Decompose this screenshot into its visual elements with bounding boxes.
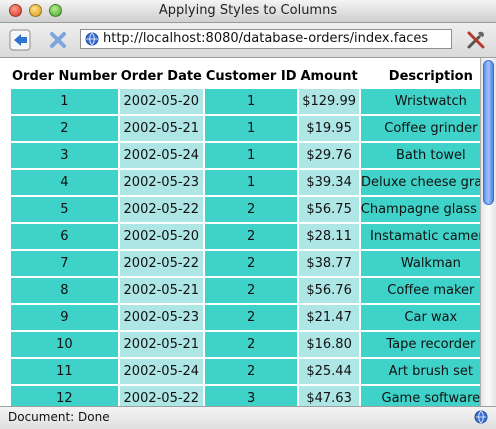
table-cell: 6 — [11, 224, 118, 249]
table-cell: Art brush set — [360, 359, 480, 384]
table-cell: $39.34 — [299, 170, 359, 195]
table-cell: 2 — [204, 359, 298, 384]
table-row: 1 2002-05-20 1 $129.99 Wristwatch — [11, 89, 480, 114]
globe-icon — [85, 32, 99, 46]
page-content: Order Number Order Date Customer ID Amou… — [0, 58, 480, 407]
table-cell: 1 — [204, 116, 298, 141]
table-row: 3 2002-05-24 1 $29.76 Bath towel — [11, 143, 480, 168]
table-cell: 10 — [11, 332, 118, 357]
table-cell: 2 — [204, 224, 298, 249]
table-cell: $56.75 — [299, 197, 359, 222]
table-cell: Bath towel — [360, 143, 480, 168]
table-cell: $38.77 — [299, 251, 359, 276]
table-row: 8 2002-05-21 2 $56.76 Coffee maker — [11, 278, 480, 303]
table-cell: 1 — [204, 89, 298, 114]
back-arrow-icon[interactable] — [9, 28, 33, 52]
table-row: 11 2002-05-24 2 $25.44 Art brush set — [11, 359, 480, 384]
security-icon — [474, 410, 488, 424]
table-cell: 2002-05-22 — [119, 197, 203, 222]
table-cell: $47.63 — [299, 386, 359, 407]
table-cell: $28.11 — [299, 224, 359, 249]
column-header: Order Number — [12, 69, 117, 84]
table-cell: 2002-05-24 — [119, 359, 203, 384]
table-cell: $16.80 — [299, 332, 359, 357]
table-cell: 3 — [204, 386, 298, 407]
table-row: 9 2002-05-23 2 $21.47 Car wax — [11, 305, 480, 330]
table-cell: 11 — [11, 359, 118, 384]
table-cell: 2 — [204, 305, 298, 330]
table-cell: Walkman — [360, 251, 480, 276]
status-bar: Document: Done — [0, 406, 496, 429]
table-cell: Coffee grinder — [360, 116, 480, 141]
orders-table: Order Number Order Date Customer ID Amou… — [9, 64, 480, 407]
table-cell: 8 — [11, 278, 118, 303]
table-cell: Wristwatch — [360, 89, 480, 114]
table-row: 42002-05-231$39.34Deluxe cheese grater — [11, 170, 480, 195]
stop-icon[interactable] — [46, 28, 70, 52]
table-row: 2 2002-05-21 1 $19.95 Coffee grinder — [11, 116, 480, 141]
status-text: Document: Done — [8, 410, 110, 424]
address-text[interactable]: http://localhost:8080/database-orders/in… — [103, 31, 428, 46]
table-cell: 12 — [11, 386, 118, 407]
table-cell: Champagne glass set — [360, 197, 480, 222]
table-cell: 2 — [11, 116, 118, 141]
table-cell: Game software — [360, 386, 480, 407]
scrollbar-thumb[interactable] — [483, 60, 494, 205]
table-cell: 5 — [11, 197, 118, 222]
table-cell: $56.76 — [299, 278, 359, 303]
table-header-row: Order Number Order Date Customer ID Amou… — [11, 66, 480, 87]
toolbar: http://localhost:8080/database-orders/in… — [0, 23, 496, 58]
table-cell: 2002-05-22 — [119, 386, 203, 407]
table-cell: Car wax — [360, 305, 480, 330]
column-header: Customer ID — [205, 69, 297, 84]
table-cell: $25.44 — [299, 359, 359, 384]
table-row: 52002-05-222$56.75Champagne glass set — [11, 197, 480, 222]
table-row: 7 2002-05-22 2 $38.77 Walkman — [11, 251, 480, 276]
table-cell: 7 — [11, 251, 118, 276]
table-cell: Coffee maker — [360, 278, 480, 303]
table-cell: 2002-05-22 — [119, 251, 203, 276]
window-title: Applying Styles to Columns — [158, 3, 338, 18]
column-header: Amount — [300, 69, 358, 84]
table-cell: 2 — [204, 197, 298, 222]
table-cell: $29.76 — [299, 143, 359, 168]
table-cell: 1 — [11, 89, 118, 114]
table-cell: 1 — [204, 170, 298, 195]
table-cell: 2002-05-20 — [119, 89, 203, 114]
table-row: 12 2002-05-22 3 $47.63 Game software — [11, 386, 480, 407]
tools-icon[interactable] — [464, 28, 488, 52]
table-cell: $129.99 — [299, 89, 359, 114]
table-cell: 2002-05-24 — [119, 143, 203, 168]
table-cell: 2002-05-21 — [119, 116, 203, 141]
table-cell: 2002-05-21 — [119, 332, 203, 357]
table-row: 10 2002-05-21 2 $16.80 Tape recorder — [11, 332, 480, 357]
table-cell: Deluxe cheese grater — [360, 170, 480, 195]
table-cell: 1 — [204, 143, 298, 168]
table-cell: 2 — [204, 251, 298, 276]
browser-window: Applying Styles to Columns http://localh… — [0, 0, 496, 429]
table-cell: Instamatic camera — [360, 224, 480, 249]
vertical-scrollbar[interactable] — [480, 58, 496, 407]
table-cell: 2002-05-20 — [119, 224, 203, 249]
table-cell: 2002-05-23 — [119, 170, 203, 195]
column-header: Description — [388, 69, 473, 84]
table-cell: $21.47 — [299, 305, 359, 330]
table-cell: 9 — [11, 305, 118, 330]
table-row: 6 2002-05-20 2 $28.11 Instamatic camera — [11, 224, 480, 249]
table-cell: 2002-05-23 — [119, 305, 203, 330]
table-cell: 2 — [204, 332, 298, 357]
column-header: Order Date — [120, 69, 202, 84]
table-cell: $19.95 — [299, 116, 359, 141]
address-bar[interactable]: http://localhost:8080/database-orders/in… — [80, 29, 452, 49]
table-cell: 3 — [11, 143, 118, 168]
table-cell: 4 — [11, 170, 118, 195]
table-cell: 2 — [204, 278, 298, 303]
title-bar[interactable]: Applying Styles to Columns — [0, 0, 496, 23]
table-cell: 2002-05-21 — [119, 278, 203, 303]
table-cell: Tape recorder — [360, 332, 480, 357]
